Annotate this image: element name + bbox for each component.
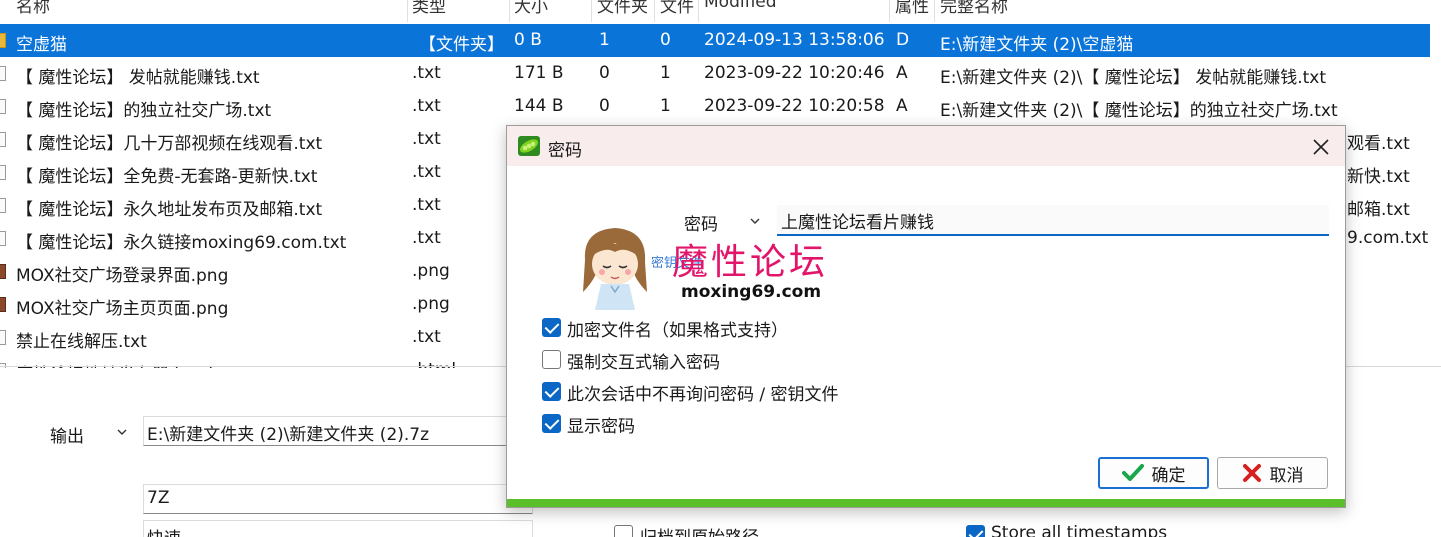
password-input[interactable]: 上魔性论坛看片赚钱 — [777, 205, 1329, 236]
encrypt-filenames-label: 加密文件名（如果格式支持） — [567, 321, 788, 341]
store-timestamps-label: Store all timestamps — [991, 523, 1168, 537]
file-type: .txt — [412, 63, 441, 83]
file-count: 1 — [660, 63, 671, 83]
folder-icon — [0, 33, 6, 48]
output-path-input[interactable]: E:\新建文件夹 (2)\新建文件夹 (2).7z — [143, 416, 523, 446]
full-path: 新快.txt — [1347, 167, 1410, 187]
file-size: 171 B — [514, 63, 564, 83]
cancel-label: 取消 — [1269, 465, 1304, 486]
header-full-name[interactable]: 完整名称 — [940, 0, 1008, 18]
file-type: .txt — [412, 96, 441, 116]
list-item[interactable]: 【 魔性论坛】 发帖就能赚钱.txt .txt 171 B 0 1 2023-0… — [0, 57, 1430, 90]
file-name: 【 魔性论坛】几十万部视频在线观看.txt — [16, 134, 323, 154]
file-attributes: A — [896, 96, 908, 116]
header-files[interactable]: 文件 — [660, 0, 694, 18]
folder-count: 1 — [599, 30, 610, 50]
chevron-down-icon[interactable] — [117, 427, 127, 437]
file-attributes: D — [896, 30, 910, 50]
archive-original-path-checkbox[interactable] — [614, 525, 633, 537]
header-folders[interactable]: 文件夹 — [597, 0, 648, 18]
full-path: 观看.txt — [1347, 134, 1410, 154]
dont-ask-again-label: 此次会话中不再询问密码 / 密钥文件 — [567, 385, 839, 405]
text-file-icon — [0, 66, 6, 81]
file-name: 【 魔性论坛】永久链接moxing69.com.txt — [16, 233, 347, 253]
full-path: E:\新建文件夹 (2)\空虚猫 — [940, 35, 1134, 55]
full-path: 邮箱.txt — [1347, 200, 1410, 220]
password-mode-label: 密码 — [684, 215, 718, 235]
file-size: 144 B — [514, 96, 564, 116]
chevron-down-icon[interactable] — [750, 216, 760, 226]
force-interactive-checkbox[interactable] — [542, 350, 561, 369]
full-path: E:\新建文件夹 (2)\【 魔性论坛】 发帖就能赚钱.txt — [940, 68, 1327, 88]
text-file-icon — [0, 99, 6, 114]
file-name: 【 魔性论坛】全免费-无套路-更新快.txt — [16, 167, 318, 187]
header-attributes[interactable]: 属性 — [895, 0, 929, 18]
header-name[interactable]: 名称 — [16, 0, 50, 18]
file-name: 禁止在线解压.txt — [16, 332, 147, 352]
file-name: 【 魔性论坛】 发帖就能赚钱.txt — [16, 68, 260, 88]
text-file-icon — [0, 330, 6, 345]
close-icon[interactable] — [1313, 139, 1329, 155]
file-type: .txt — [412, 327, 441, 347]
file-type: 【文件夹】 — [419, 35, 504, 55]
file-type: .txt — [412, 195, 441, 215]
archive-original-path-label: 归档到原始路径 — [640, 523, 759, 537]
show-password-checkbox[interactable] — [542, 414, 561, 433]
file-name: 空虚猫 — [16, 35, 67, 55]
password-dialog: 密码 密码 上魔性论坛看片赚钱 密钥文件 魔性论坛 moxing69.com 加… — [506, 125, 1346, 508]
text-file-icon — [0, 231, 6, 246]
dialog-titlebar[interactable]: 密码 — [507, 126, 1345, 166]
header-type[interactable]: 类型 — [412, 0, 446, 18]
file-name: MOX社交广场登录界面.png — [16, 266, 229, 286]
file-type: .txt — [412, 228, 441, 248]
show-password-label: 显示密码 — [567, 417, 635, 437]
dialog-footer-bar — [507, 499, 1345, 507]
store-timestamps-checkbox[interactable] — [966, 525, 985, 537]
peapod-icon — [518, 136, 540, 156]
file-name: 【 魔性论坛】的独立社交广场.txt — [16, 101, 272, 121]
text-file-icon — [0, 132, 6, 147]
modified-date: 2023-09-22 10:20:46 — [704, 63, 885, 83]
file-count: 1 — [660, 96, 671, 116]
checkmark-icon — [1121, 464, 1144, 481]
full-path: 9.com.txt — [1347, 228, 1429, 248]
format-select[interactable]: 7Z — [143, 484, 533, 514]
encrypt-filenames-checkbox[interactable] — [542, 318, 561, 337]
file-name: 【 魔性论坛】永久地址发布页及邮箱.txt — [16, 200, 323, 220]
file-type: .txt — [412, 162, 441, 182]
file-type: .txt — [412, 129, 441, 149]
modified-date: 2024-09-13 13:58:06 — [704, 30, 885, 50]
watermark-title: 魔性论坛 — [672, 242, 829, 283]
output-label: 输出 — [50, 427, 84, 447]
dialog-title: 密码 — [548, 141, 582, 161]
header-modified[interactable]: Modified — [704, 0, 777, 18]
cartoon-girl-icon — [583, 228, 647, 310]
header-size[interactable]: 大小 — [514, 0, 548, 18]
ok-button[interactable]: 确定 — [1098, 457, 1209, 489]
file-type: .png — [412, 261, 450, 281]
cross-icon — [1242, 464, 1261, 482]
text-file-icon — [0, 198, 6, 213]
file-name: MOX社交广场主页页面.png — [16, 299, 229, 319]
list-item[interactable]: 空虚猫 【文件夹】 0 B 1 0 2024-09-13 13:58:06 D … — [0, 24, 1430, 57]
file-count: 0 — [660, 30, 671, 50]
folder-count: 0 — [599, 96, 610, 116]
folder-count: 0 — [599, 63, 610, 83]
force-interactive-label: 强制交互式输入密码 — [567, 353, 720, 373]
ok-label: 确定 — [1151, 465, 1186, 486]
full-path: E:\新建文件夹 (2)\【 魔性论坛】的独立社交广场.txt — [940, 101, 1338, 121]
file-attributes: A — [896, 63, 908, 83]
dont-ask-again-checkbox[interactable] — [542, 382, 561, 401]
file-size: 0 B — [514, 30, 542, 50]
method-select[interactable]: 快速 — [143, 520, 533, 537]
file-type: .png — [412, 294, 450, 314]
image-file-icon — [0, 297, 6, 312]
list-item[interactable]: 【 魔性论坛】的独立社交广场.txt .txt 144 B 0 1 2023-0… — [0, 90, 1430, 123]
watermark-url: moxing69.com — [681, 282, 822, 302]
image-file-icon — [0, 264, 6, 279]
text-file-icon — [0, 165, 6, 180]
cancel-button[interactable]: 取消 — [1217, 457, 1328, 489]
modified-date: 2023-09-22 10:20:58 — [704, 96, 885, 116]
